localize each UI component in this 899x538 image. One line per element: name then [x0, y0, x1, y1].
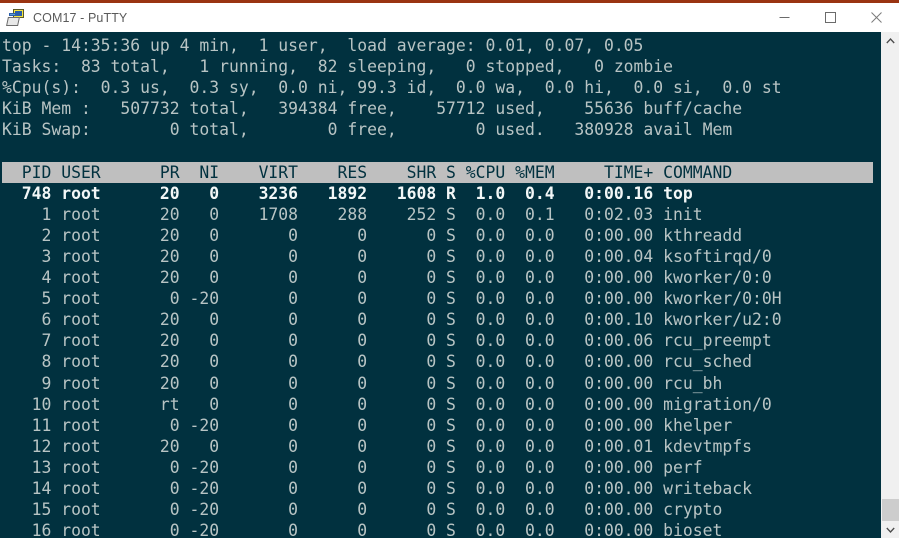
- close-icon: [870, 12, 882, 23]
- process-row: 8 root 20 0 0 0 0 S 0.0 0.0 0:00.00 rcu_…: [2, 352, 752, 372]
- process-row: 10 root rt 0 0 0 0 S 0.0 0.0 0:00.00 mig…: [2, 394, 772, 414]
- top-summary-line: top - 14:35:36 up 4 min, 1 user, load av…: [2, 36, 644, 55]
- scroll-up-icon: [886, 37, 895, 43]
- title-bar: COM17 - PuTTY: [0, 3, 899, 32]
- scrollbar-track[interactable]: [882, 49, 899, 521]
- process-row: 13 root 0 -20 0 0 0 S 0.0 0.0 0:00.00 pe…: [2, 457, 703, 477]
- top-cpu-line: %Cpu(s): 0.3 us, 0.3 sy, 0.0 ni, 99.3 id…: [2, 78, 782, 98]
- process-row: 7 root 20 0 0 0 0 S 0.0 0.0 0:00.06 rcu_…: [2, 331, 772, 351]
- window-title: COM17 - PuTTY: [33, 10, 128, 25]
- process-row: 16 root 0 -20 0 0 0 S 0.0 0.0 0:00.00 bi…: [2, 521, 723, 538]
- process-row: 9 root 20 0 0 0 0 S 0.0 0.0 0:00.00 rcu_…: [2, 373, 723, 393]
- terminal-screen[interactable]: top - 14:35:36 up 4 min, 1 user, load av…: [0, 32, 881, 538]
- process-row: 15 root 0 -20 0 0 0 S 0.0 0.0 0:00.00 cr…: [2, 500, 723, 520]
- putty-window: COM17 - PuTTY top - 14:35:36 up 4 min, 1…: [0, 0, 899, 538]
- terminal-scrollbar[interactable]: [881, 32, 899, 538]
- process-table-header: PID USER PR NI VIRT RES SHR S %CPU %MEM …: [2, 161, 873, 183]
- scroll-up-button[interactable]: [882, 32, 899, 49]
- top-swap-line: KiB Swap: 0 total, 0 free, 0 used. 38092…: [2, 120, 733, 140]
- scroll-down-button[interactable]: [882, 521, 899, 538]
- process-row: 6 root 20 0 0 0 0 S 0.0 0.0 0:00.10 kwor…: [2, 310, 782, 330]
- top-tasks-line: Tasks: 83 total, 1 running, 82 sleeping,…: [2, 57, 674, 77]
- putty-icon: [6, 8, 25, 27]
- process-table-body: 748 root 20 0 3236 1892 1608 R 1.0 0.4 0…: [2, 183, 881, 538]
- maximize-button[interactable]: [807, 3, 853, 32]
- process-row: 5 root 0 -20 0 0 0 S 0.0 0.0 0:00.00 kwo…: [2, 289, 782, 309]
- process-row: 2 root 20 0 0 0 0 S 0.0 0.0 0:00.00 kthr…: [2, 225, 743, 245]
- process-row: 748 root 20 0 3236 1892 1608 R 1.0 0.4 0…: [2, 183, 693, 203]
- terminal-area: top - 14:35:36 up 4 min, 1 user, load av…: [0, 32, 899, 538]
- maximize-icon: [824, 12, 836, 23]
- minimize-button[interactable]: [761, 3, 807, 32]
- title-bar-left: COM17 - PuTTY: [0, 8, 761, 27]
- window-controls: [761, 3, 899, 32]
- process-row: 12 root 20 0 0 0 0 S 0.0 0.0 0:00.01 kde…: [2, 436, 752, 456]
- process-row: 4 root 20 0 0 0 0 S 0.0 0.0 0:00.00 kwor…: [2, 268, 772, 288]
- process-row: 3 root 20 0 0 0 0 S 0.0 0.0 0:00.04 ksof…: [2, 246, 772, 266]
- scrollbar-thumb[interactable]: [882, 499, 899, 521]
- process-row: 1 root 20 0 1708 288 252 S 0.0 0.1 0:02.…: [2, 204, 703, 224]
- scroll-down-icon: [886, 527, 895, 533]
- close-button[interactable]: [853, 3, 899, 32]
- process-row: 11 root 0 -20 0 0 0 S 0.0 0.0 0:00.00 kh…: [2, 415, 733, 435]
- process-row: 14 root 0 -20 0 0 0 S 0.0 0.0 0:00.00 wr…: [2, 478, 752, 498]
- minimize-icon: [779, 17, 789, 18]
- top-mem-line: KiB Mem : 507732 total, 394384 free, 577…: [2, 99, 743, 119]
